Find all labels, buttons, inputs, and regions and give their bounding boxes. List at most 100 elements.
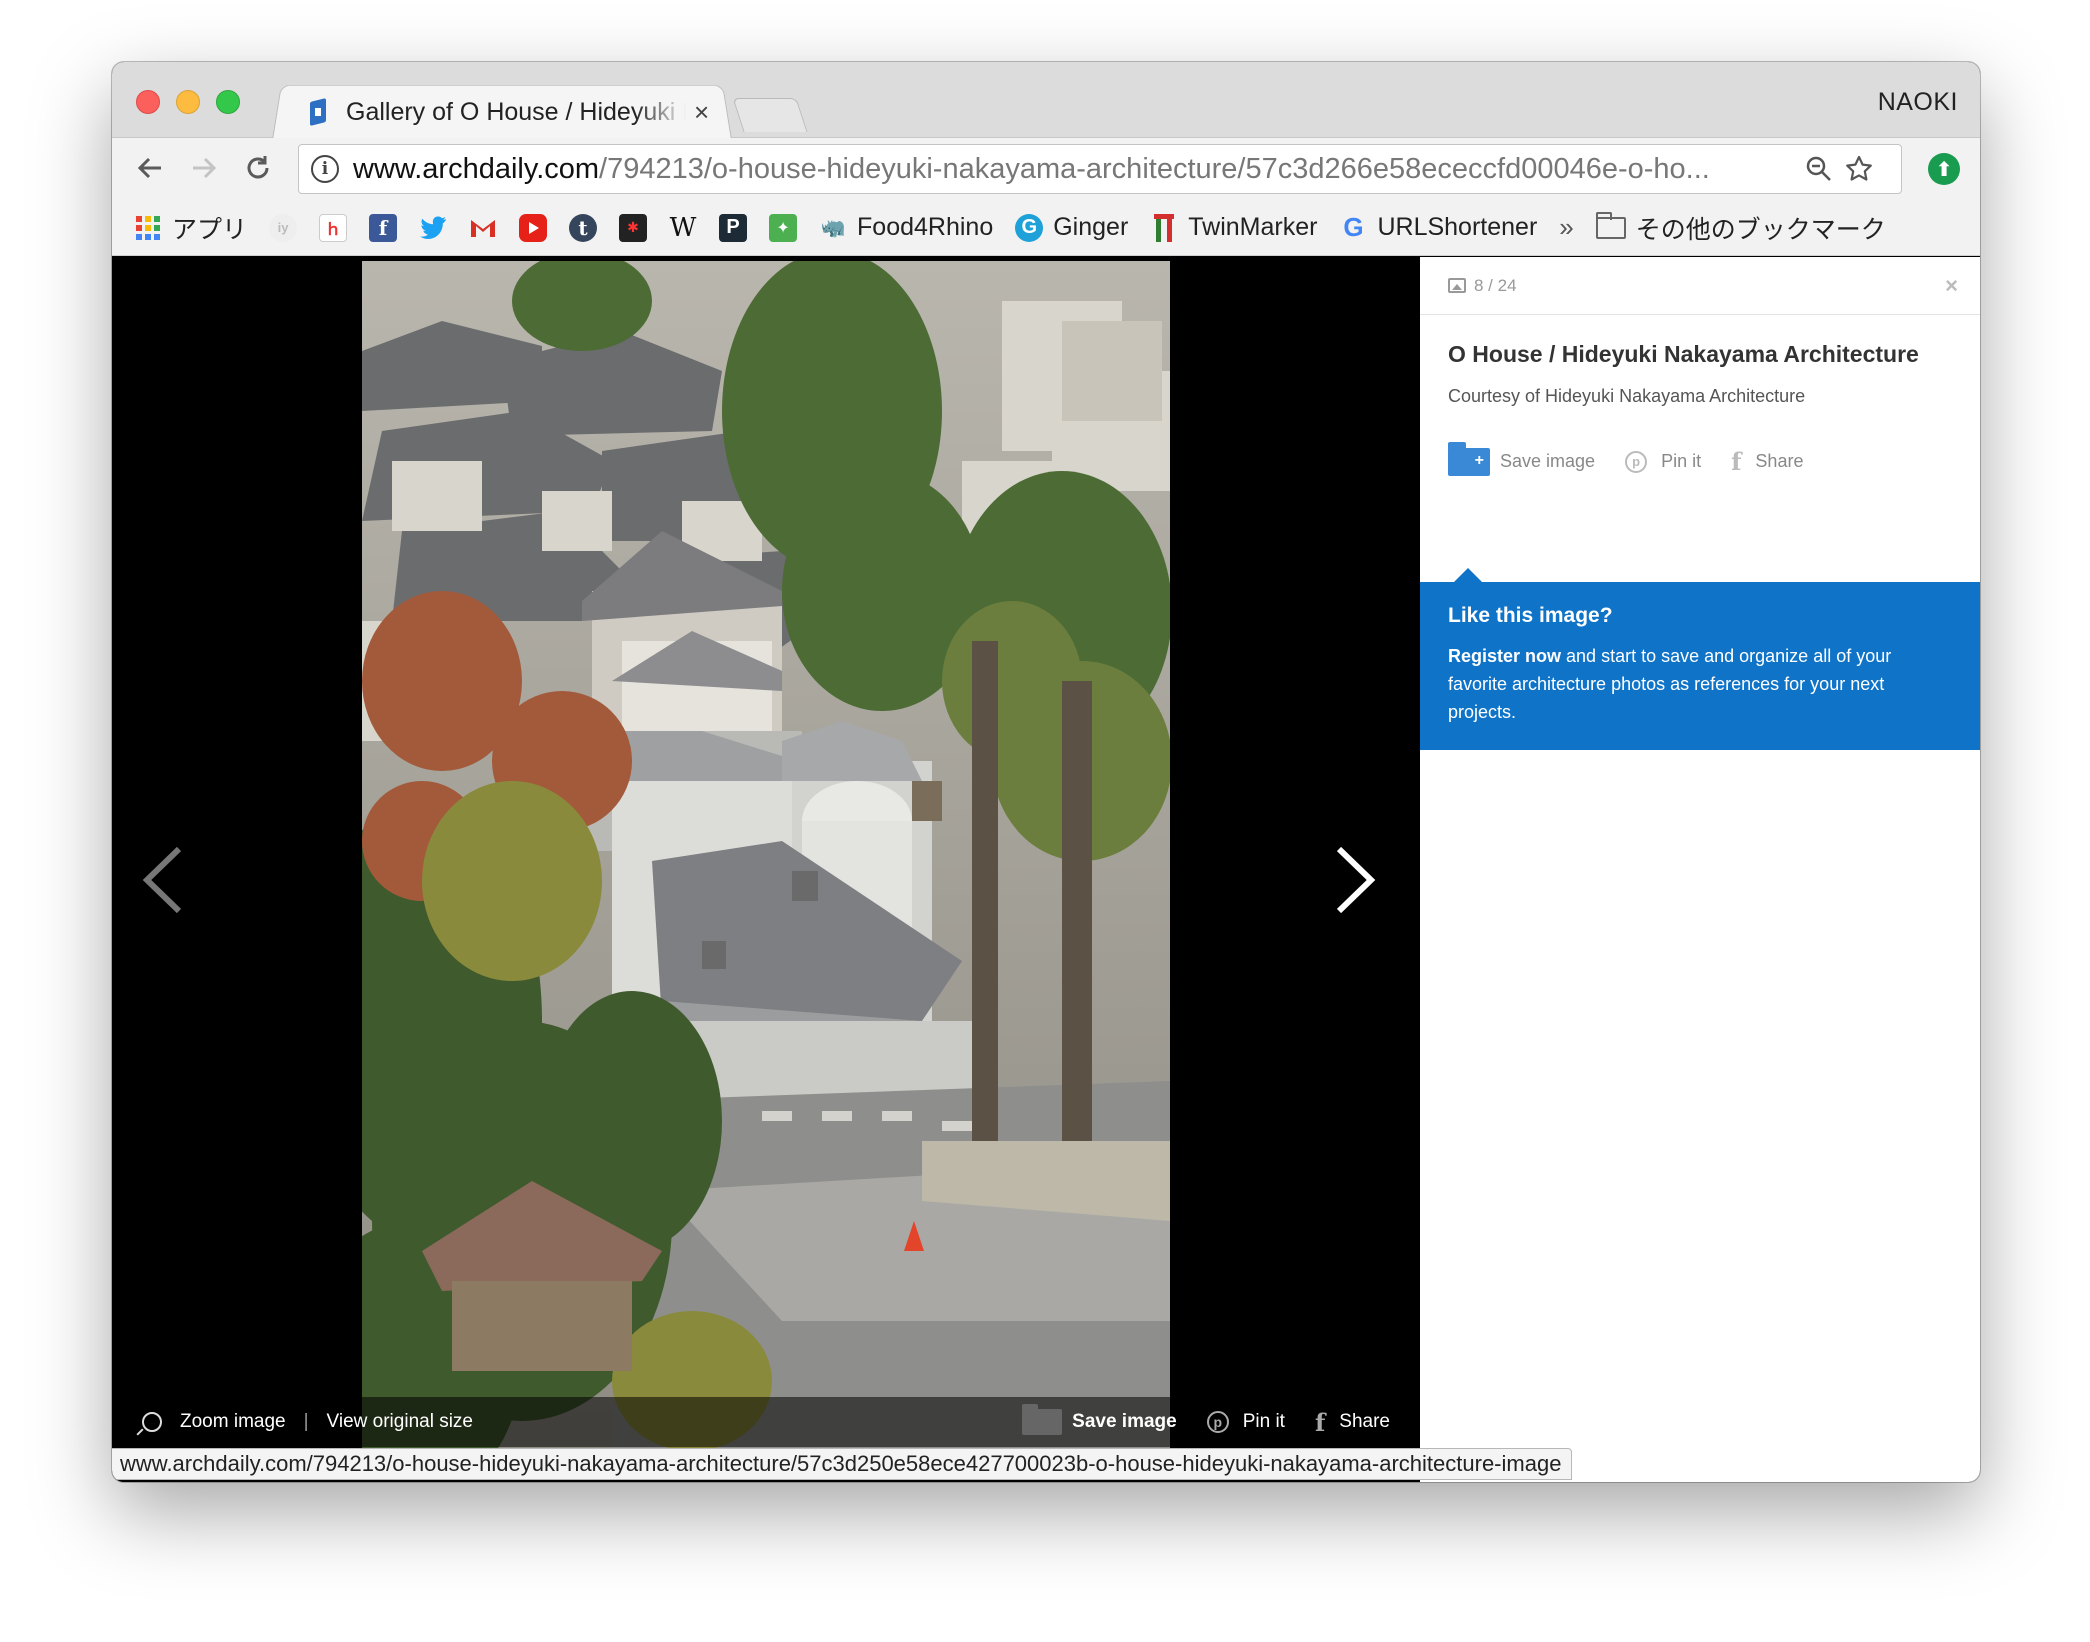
viewer-share-button[interactable]: f Share (1315, 1408, 1390, 1437)
tab-close-icon[interactable]: × (694, 99, 709, 125)
bookmark-facebook[interactable]: f (369, 213, 398, 242)
viewer-save-label: Save image (1072, 1411, 1177, 1432)
bookmark-other-folder[interactable]: その他のブックマーク (1595, 210, 1886, 246)
bookmark-ginger[interactable]: G Ginger (1015, 213, 1128, 242)
bookmark-food4rhino-label: Food4Rhino (857, 213, 994, 241)
chevron-right-icon (1336, 846, 1376, 914)
viewer-pin-label: Pin it (1242, 1411, 1285, 1432)
grasshopper-icon: ✦ (769, 213, 798, 242)
twitter-icon (419, 214, 447, 242)
address-bar[interactable]: i www.archdaily.com/794213/o-house-hidey… (298, 144, 1902, 194)
minimize-window-button[interactable] (176, 90, 200, 114)
image-counter: 8 / 24 (1474, 275, 1517, 295)
zoom-magnifier-icon[interactable] (1799, 149, 1839, 189)
view-original-size-link[interactable]: View original size (327, 1411, 473, 1433)
bookmark-urlshortener[interactable]: G URLShortener (1339, 212, 1538, 242)
bookmark-apps[interactable]: アプリ (136, 210, 247, 246)
apps-grid-icon (136, 215, 160, 240)
register-promo-box: Like this image? Register now and start … (1420, 568, 1980, 750)
close-window-button[interactable] (136, 90, 160, 114)
twinmarker-icon (1150, 213, 1178, 242)
panel-actions: Save image p Pin it f Share (1448, 441, 1952, 476)
bookmark-twitter[interactable] (419, 214, 447, 242)
folder-add-icon (1448, 441, 1490, 476)
previous-image-button[interactable] (134, 835, 194, 925)
image-credit: Courtesy of Hideyuki Nakayama Architectu… (1448, 386, 1806, 406)
bookmark-gmail[interactable] (469, 214, 497, 242)
bookmark-grasshopper[interactable]: ✦ (769, 213, 798, 242)
panel-share-button[interactable]: f Share (1731, 447, 1803, 476)
p-app-icon: P (719, 213, 748, 242)
reload-icon (247, 156, 269, 179)
hatena-icon: ｈ (319, 213, 348, 242)
facebook-share-icon: f (1314, 1407, 1326, 1437)
bookmark-star-icon[interactable] (1839, 149, 1879, 189)
register-now-link[interactable]: Register now (1448, 646, 1561, 666)
bookmark-tumblr[interactable]: t (569, 213, 598, 242)
wikipedia-icon: W (669, 212, 697, 243)
bookmark-youtube[interactable] (519, 213, 548, 242)
folder-icon (1595, 211, 1626, 239)
ginger-icon: G (1015, 213, 1044, 242)
active-tab-content[interactable]: Gallery of O House / Hideyuki Nakayama A… (290, 86, 720, 138)
pinterest-icon: p (1206, 1411, 1229, 1433)
gallery-photo[interactable] (362, 261, 1170, 1451)
site-info-icon[interactable]: i (311, 155, 339, 183)
next-image-button[interactable] (1324, 835, 1384, 925)
bookmark-twinmarker[interactable]: TwinMarker (1150, 213, 1317, 242)
maximize-window-button[interactable] (216, 90, 240, 114)
panel-pin-it-button[interactable]: p Pin it (1625, 450, 1701, 473)
viewer-pin-it-button[interactable]: p Pin it (1206, 1411, 1285, 1433)
bookmark-comic[interactable]: ✱ (619, 213, 648, 242)
zoom-image-button[interactable]: Zoom image (142, 1411, 286, 1433)
bookmark-hatena[interactable]: ｈ (319, 213, 348, 242)
bookmark-iy[interactable]: iy (269, 213, 298, 242)
bookmark-p[interactable]: P (719, 213, 748, 242)
comic-icon: ✱ (619, 213, 648, 242)
promo-body: Register now and start to save and organ… (1448, 642, 1952, 726)
project-title[interactable]: O House / Hideyuki Nakayama Architecture (1448, 341, 1952, 368)
browser-window: Gallery of O House / Hideyuki Nakayama A… (112, 62, 1980, 1482)
zoom-image-label: Zoom image (180, 1411, 286, 1432)
tumblr-icon: t (569, 213, 598, 242)
profile-name[interactable]: NAOKI (1878, 88, 1958, 117)
bookmark-apps-label: アプリ (172, 215, 248, 244)
image-count-icon (1448, 278, 1466, 293)
reload-button[interactable] (238, 148, 278, 188)
house-photo-illustration (362, 261, 1170, 1451)
bookmark-wikipedia[interactable]: W (669, 212, 697, 243)
viewer-share-label: Share (1339, 1411, 1390, 1432)
youtube-icon (519, 213, 548, 242)
gmail-icon (469, 214, 497, 242)
bar-separator: | (303, 1411, 309, 1432)
image-viewer: Zoom image | View original size Save ima… (112, 257, 1418, 1482)
bookmarks-overflow-chevron[interactable]: » (1559, 212, 1573, 243)
bookmark-food4rhino[interactable]: 🦏 Food4Rhino (819, 213, 994, 242)
viewer-save-image-button[interactable]: Save image (1022, 1404, 1177, 1435)
url-text[interactable]: www.archdaily.com/794213/o-house-hideyuk… (353, 153, 1799, 186)
new-tab-button[interactable] (732, 98, 808, 132)
chevron-left-icon (142, 846, 182, 914)
bookmark-ginger-label: Ginger (1053, 213, 1129, 241)
link-status-bubble: www.archdaily.com/794213/o-house-hideyuk… (112, 1448, 1573, 1480)
facebook-icon: f (369, 213, 398, 242)
panel-save-label: Save image (1500, 451, 1596, 471)
tab-title: Gallery of O House / Hideyuki Nakayama A… (346, 97, 686, 126)
panel-close-icon[interactable]: × (1945, 273, 1958, 299)
back-button[interactable] (130, 148, 170, 188)
viewer-actions: Save image p Pin it f Share (992, 1404, 1390, 1437)
back-arrow-icon (137, 157, 161, 179)
google-icon: G (1343, 212, 1364, 242)
promo-title: Like this image? (1448, 604, 1613, 627)
forward-button[interactable] (184, 148, 224, 188)
extension-upload-icon[interactable]: ⬆ (1928, 153, 1960, 185)
iy-icon: iy (269, 213, 298, 242)
panel-save-image-button[interactable]: Save image (1448, 441, 1596, 476)
facebook-share-icon: f (1731, 447, 1742, 476)
bookmarks-bar: アプリ iy ｈ f t ✱ W P ✦ 🦏 Food4Rhino G Ging… (112, 200, 1980, 256)
bookmark-urlshortener-label: URLShortener (1377, 213, 1538, 241)
panel-share-label: Share (1755, 451, 1804, 471)
forward-arrow-icon (193, 157, 217, 179)
image-info-panel: 8 / 24 × O House / Hideyuki Nakayama Arc… (1420, 257, 1980, 1482)
bookmark-twinmarker-label: TwinMarker (1188, 213, 1318, 241)
